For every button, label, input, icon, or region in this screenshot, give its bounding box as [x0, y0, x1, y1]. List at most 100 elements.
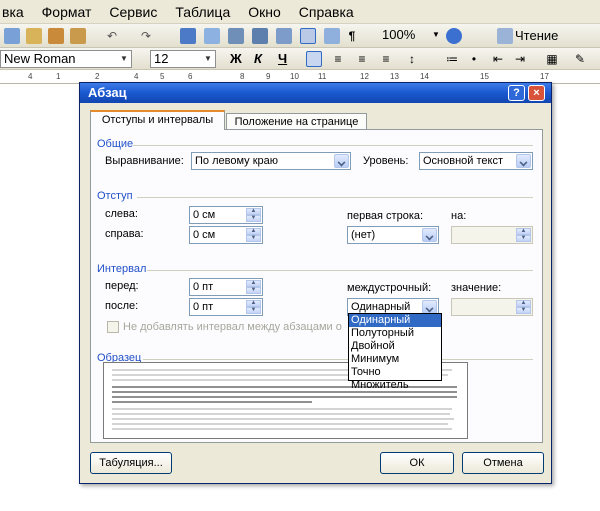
indent-left-value: 0 см [193, 209, 216, 221]
ruler-label: 5 [160, 72, 165, 81]
ok-button[interactable]: ОК [380, 452, 454, 474]
indent-left-label: слева: [105, 208, 138, 220]
font-name-dropdown-icon[interactable]: ▼ [117, 51, 131, 67]
line-spacing-value: Одинарный [351, 301, 411, 313]
spin-up-icon[interactable]: ▲ [246, 280, 261, 287]
dialog-title-bar[interactable]: Абзац [80, 83, 551, 103]
spacing-value-label: значение: [451, 282, 502, 294]
line-spacing-option[interactable]: Полуторный [349, 327, 441, 340]
formatting-toolbar: New Roman ▼ 12 ▼ Ж К Ч ≡ ≡ ≡ ↕ ≔ • ⇤ ⇥ ▦… [0, 48, 600, 70]
font-name-box[interactable]: New Roman ▼ [0, 50, 132, 68]
preview-text-line [112, 428, 452, 430]
alignment-select[interactable]: По левому краю [191, 152, 351, 170]
spin-down-icon[interactable]: ▼ [246, 215, 261, 222]
preview-text-line [112, 413, 450, 415]
help-icon[interactable] [446, 28, 462, 44]
line-spacing-option[interactable]: Двойной [349, 340, 441, 353]
format-painter-icon[interactable] [70, 28, 86, 44]
line-spacing-label: междустрочный: [347, 282, 432, 294]
align-left-icon[interactable] [306, 51, 322, 67]
zoom-dropdown-icon[interactable]: ▼ [432, 30, 440, 39]
spin-down-icon[interactable]: ▼ [516, 307, 531, 314]
indent-left-field[interactable]: 0 см ▲ ▼ [189, 206, 263, 224]
pilcrow-icon[interactable]: ¶ [344, 28, 360, 44]
insert-excel-icon[interactable] [252, 28, 268, 44]
drawing-icon[interactable] [300, 28, 316, 44]
group-divider [143, 359, 533, 360]
columns-icon[interactable] [276, 28, 292, 44]
indent-right-field[interactable]: 0 см ▲ ▼ [189, 226, 263, 244]
align-right-icon[interactable]: ≡ [354, 51, 370, 67]
tabs-button[interactable]: Табуляция... [90, 452, 172, 474]
spacing-before-field[interactable]: 0 пт ▲ ▼ [189, 278, 263, 296]
reading-mode-icon [497, 28, 513, 44]
cancel-button[interactable]: Отмена [462, 452, 544, 474]
menu-tools[interactable]: Сервис [100, 0, 166, 24]
chevron-down-icon[interactable] [422, 228, 437, 242]
highlight-icon[interactable]: ✎ [572, 51, 588, 67]
spin-down-icon[interactable]: ▼ [246, 307, 261, 314]
paste-icon[interactable] [48, 28, 64, 44]
tables-borders-icon[interactable] [204, 28, 220, 44]
spin-up-icon[interactable]: ▲ [246, 228, 261, 235]
chevron-down-icon[interactable] [334, 154, 349, 168]
bold-button[interactable]: Ж [230, 51, 242, 66]
bullets-icon[interactable]: • [466, 51, 482, 67]
decrease-indent-icon[interactable]: ⇤ [490, 51, 506, 67]
borders-icon[interactable]: ▦ [544, 51, 560, 67]
chevron-down-icon[interactable] [516, 154, 531, 168]
ruler-label: 9 [266, 72, 271, 81]
chevron-down-icon[interactable] [422, 300, 437, 314]
insert-table-icon[interactable] [228, 28, 244, 44]
tab-indents-spacing[interactable]: Отступы и интервалы [90, 110, 225, 130]
hyperlink-icon[interactable] [180, 28, 196, 44]
group-divider [137, 197, 533, 198]
line-spacing-option[interactable]: Одинарный [349, 314, 441, 327]
font-size-dropdown-icon[interactable]: ▼ [201, 51, 215, 67]
spin-up-icon[interactable]: ▲ [246, 208, 261, 215]
spin-down-icon[interactable]: ▼ [246, 287, 261, 294]
level-select[interactable]: Основной текст [419, 152, 533, 170]
increase-indent-icon[interactable]: ⇥ [512, 51, 528, 67]
menu-insert[interactable]: вка [0, 0, 33, 24]
line-spacing-option[interactable]: Множитель [349, 379, 441, 392]
spin-up-icon[interactable]: ▲ [516, 228, 531, 235]
line-spacing-icon[interactable]: ↕ [404, 51, 420, 67]
ruler-label: 12 [360, 72, 369, 81]
justify-icon[interactable]: ≡ [378, 51, 394, 67]
undo-icon[interactable]: ↶ [104, 28, 120, 44]
italic-button[interactable]: К [254, 51, 262, 66]
line-spacing-option[interactable]: Точно [349, 366, 441, 379]
ruler-label: 4 [134, 72, 139, 81]
redo-icon[interactable]: ↷ [138, 28, 154, 44]
dialog-help-button[interactable]: ? [508, 85, 525, 101]
spin-down-icon[interactable]: ▼ [516, 235, 531, 242]
document-map-icon[interactable] [324, 28, 340, 44]
no-space-checkbox[interactable] [107, 321, 119, 333]
line-spacing-option[interactable]: Минимум [349, 353, 441, 366]
spin-up-icon[interactable]: ▲ [516, 300, 531, 307]
menu-table[interactable]: Таблица [166, 0, 239, 24]
menu-window[interactable]: Окно [239, 0, 290, 24]
print-icon[interactable] [4, 28, 20, 44]
spin-down-icon[interactable]: ▼ [246, 235, 261, 242]
spacing-before-value: 0 пт [193, 281, 214, 293]
preview-text-line [112, 396, 457, 398]
dialog-close-button[interactable]: × [528, 85, 545, 101]
spellcheck-icon[interactable] [26, 28, 42, 44]
menu-help[interactable]: Справка [290, 0, 363, 24]
spacing-value-field[interactable]: ▲ ▼ [451, 298, 533, 316]
indent-by-field[interactable]: ▲ ▼ [451, 226, 533, 244]
indent-by-label: на: [451, 210, 467, 222]
reading-mode-button[interactable]: Чтение [515, 28, 558, 43]
spacing-after-field[interactable]: 0 пт ▲ ▼ [189, 298, 263, 316]
numbering-icon[interactable]: ≔ [444, 51, 460, 67]
zoom-value[interactable]: 100% [382, 27, 415, 42]
underline-button[interactable]: Ч [278, 51, 287, 66]
first-line-select[interactable]: (нет) [347, 226, 439, 244]
ruler-label: 2 [95, 72, 100, 81]
menu-format[interactable]: Формат [33, 0, 101, 24]
spin-up-icon[interactable]: ▲ [246, 300, 261, 307]
align-center-icon[interactable]: ≡ [330, 51, 346, 67]
font-size-box[interactable]: 12 ▼ [150, 50, 216, 68]
